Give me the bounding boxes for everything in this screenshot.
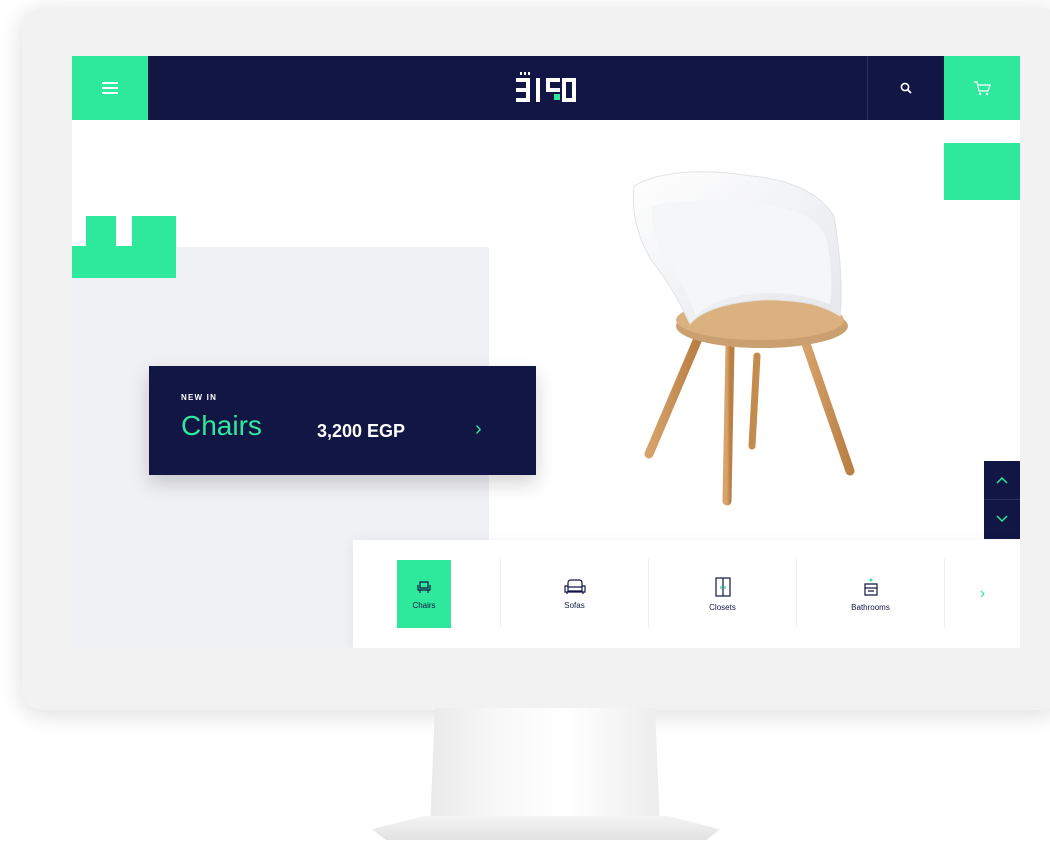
category-label: Bathrooms bbox=[851, 602, 890, 612]
category-closets[interactable]: Closets bbox=[649, 540, 796, 648]
decorative-castle-shape bbox=[72, 216, 176, 278]
chevron-right-icon[interactable]: › bbox=[475, 418, 482, 441]
scroll-up-button[interactable] bbox=[984, 461, 1020, 499]
promo-tag: NEW IN bbox=[181, 393, 218, 402]
chair-icon bbox=[417, 580, 431, 593]
new-in-promo-card[interactable]: NEW IN Chairs 3,200 EGP › bbox=[149, 366, 536, 475]
sofa-icon bbox=[563, 578, 586, 594]
scroll-down-button[interactable] bbox=[984, 500, 1020, 538]
search-button[interactable] bbox=[867, 56, 944, 120]
website-screen: NEW IN Chairs 3,200 EGP › Chairs Sofas C… bbox=[72, 56, 1020, 648]
category-sofas[interactable]: Sofas bbox=[501, 540, 648, 648]
brand-logo[interactable] bbox=[514, 70, 578, 106]
category-label: Chairs bbox=[412, 600, 436, 610]
category-next-button[interactable]: › bbox=[945, 540, 1020, 648]
bathroom-icon bbox=[863, 578, 878, 596]
category-chairs[interactable]: Chairs bbox=[353, 540, 500, 648]
closet-icon bbox=[714, 576, 731, 597]
monitor-stand-base bbox=[372, 816, 720, 840]
chair-product-image bbox=[632, 171, 855, 506]
top-navigation-bar bbox=[72, 56, 1020, 120]
chevron-up-icon bbox=[996, 476, 1008, 484]
category-active-highlight: Chairs bbox=[397, 560, 451, 628]
category-bathrooms[interactable]: Bathrooms bbox=[797, 540, 944, 648]
category-label: Closets bbox=[709, 602, 736, 612]
cart-button[interactable] bbox=[944, 56, 1020, 120]
chevron-down-icon bbox=[996, 515, 1008, 523]
decorative-green-block bbox=[944, 143, 1020, 200]
cart-icon bbox=[974, 81, 991, 96]
promo-category-title: Chairs bbox=[181, 410, 262, 441]
hamburger-icon bbox=[102, 82, 118, 94]
search-icon bbox=[900, 82, 912, 94]
category-bar: Chairs Sofas Closets Bathrooms › bbox=[353, 540, 1020, 648]
monitor-stand-neck bbox=[430, 708, 660, 820]
promo-price: 3,200 EGP bbox=[317, 421, 406, 441]
slider-scroll-controls bbox=[984, 461, 1020, 539]
category-label: Sofas bbox=[564, 600, 585, 610]
menu-button[interactable] bbox=[72, 56, 148, 120]
